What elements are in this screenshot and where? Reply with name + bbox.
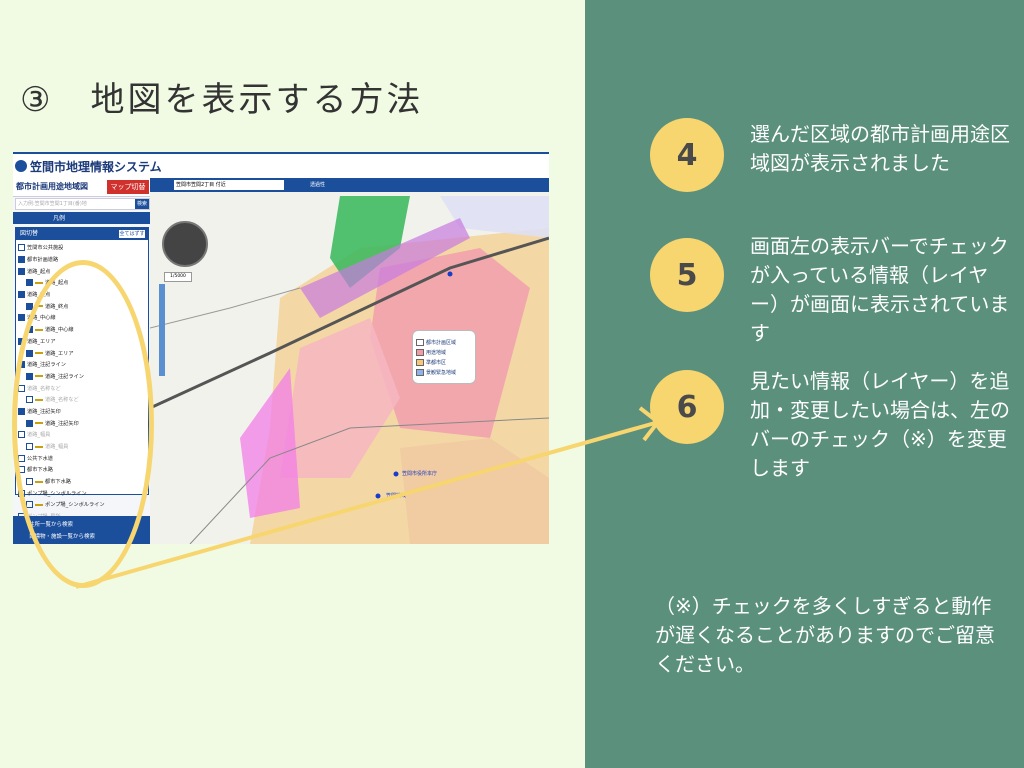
step-6-badge: 6	[650, 370, 724, 444]
step-6-text: 見たい情報（レイヤー）を追加・変更したい場合は、左のバーのチェック（※）を変更し…	[750, 369, 1010, 480]
step-5-badge: 5	[650, 238, 724, 312]
caution-note: （※）チェックを多くしすぎると動作が遅くなることがありますのでご留意ください。	[655, 594, 995, 676]
step-4-badge: 4	[650, 118, 724, 192]
step-5-text: 画面左の表示バーでチェックが入っている情報（レイヤー）が画面に表示されています	[750, 234, 1010, 345]
step-4-text: 選んだ区域の都市計画用途区域図が表示されました	[750, 122, 1010, 175]
